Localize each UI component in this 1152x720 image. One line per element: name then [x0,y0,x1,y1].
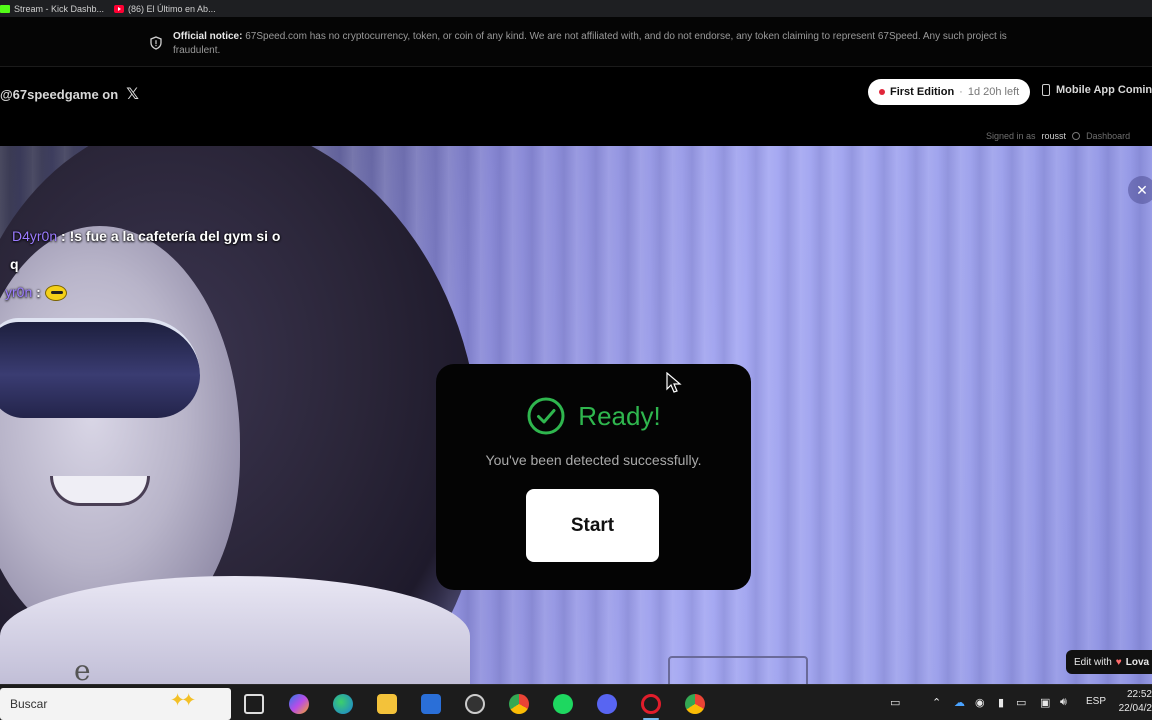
mobile-label: Mobile App Coming [1056,84,1152,96]
tab-title: (86) El Último en Ab... [128,3,216,14]
chrome-profile-icon[interactable] [685,694,705,714]
taskbar-search-box[interactable]: Buscar [0,688,231,720]
notice-text: Official notice: 67Speed.com has no cryp… [173,30,1018,58]
signed-in-user: rousst [1041,131,1067,141]
network-icon[interactable]: ▣ [1040,696,1050,709]
copilot-icon[interactable] [289,694,309,714]
chat-message-continuation: q [10,256,19,272]
file-explorer-icon[interactable] [377,694,397,714]
windows-taskbar: Buscar ✦✦ ▭ ⌃ ☁ ◉ ▮ ▭ ▣ 🔊︎ ESP 22:52 22/… [0,684,1152,720]
chat-separator: : [32,284,45,300]
edit-with-label: Edit with [1074,656,1112,668]
microphone-icon[interactable]: ▮ [998,696,1004,709]
background-object [668,656,808,684]
browser-tab-youtube[interactable]: (86) El Último en Ab... [114,4,216,14]
volume-icon[interactable]: 🔊︎ [1060,696,1067,709]
ready-dialog: Ready! You've been detected successfully… [436,364,751,590]
dashboard-link[interactable]: Dashboard [1086,131,1130,141]
x-logo-icon: 𝕏 [126,86,140,103]
chat-username: D4yr0n [12,228,58,244]
emoji-icon [44,285,67,302]
edit-with-brand: Lova [1125,656,1150,668]
youtube-favicon-icon [114,4,125,13]
taskbar-clock[interactable]: 22:52 22/04/2 [1116,688,1152,716]
kick-favicon-icon [0,4,10,13]
opera-icon[interactable] [641,694,661,714]
notice-body: 67Speed.com has no cryptocurrency, token… [173,31,1007,56]
edit-with-badge[interactable]: Edit with ♥ Lova [1066,650,1152,674]
chevron-up-icon[interactable]: ⌃ [932,696,941,709]
chat-text: !s fue a la cafetería del gym si o [69,228,281,244]
language-indicator[interactable]: ESP [1086,696,1106,707]
widgets-icon[interactable]: ▭ [890,696,900,709]
phone-icon [1042,84,1050,96]
tab-title: Stream - Kick Dashb... [14,3,105,14]
onedrive-icon[interactable]: ☁ [954,696,965,709]
chrome-icon[interactable] [509,694,529,714]
live-dot-icon [879,89,885,95]
chrome-tray-icon[interactable]: ◉ [975,696,985,709]
discord-icon[interactable] [597,694,617,714]
browser-tab-kick[interactable]: Stream - Kick Dashb... [0,4,104,14]
notice-label: Official notice: [173,31,243,42]
edition-badge[interactable]: First Edition · 1d 20h left [868,79,1031,105]
start-button[interactable]: Start [526,489,659,562]
sunglasses [0,318,200,418]
spotify-icon[interactable] [553,694,573,714]
mobile-app-link[interactable]: Mobile App Coming [1042,84,1152,96]
person-icon [1072,132,1081,140]
heart-icon: ♥ [1115,656,1122,668]
browser-tab-strip: Stream - Kick Dashb... (86) El Último en… [0,0,1152,17]
clock-date: 22/04/2 [1118,703,1152,714]
social-handle: @67speedgame on [0,86,119,102]
sparkle-icon: ✦✦ [170,690,196,710]
ready-subtitle: You've been detected successfully. [485,452,702,468]
x-social-link[interactable]: @67speedgame on 𝕏 [0,84,139,104]
clock-time: 22:52 [1126,689,1152,700]
chat-message: yr0n : [5,284,67,302]
edge-browser-icon[interactable] [333,694,353,714]
microsoft-store-icon[interactable] [421,694,441,714]
shield-icon [150,36,162,50]
edition-time-left: 1d 20h left [967,86,1020,98]
chat-message: D4yr0n : !s fue a la cafetería del gym s… [12,228,280,244]
obs-icon[interactable] [465,694,485,714]
ready-title: Ready! [578,400,661,431]
official-notice-banner: Official notice: 67Speed.com has no cryp… [0,17,1152,67]
edition-separator: · [959,86,963,98]
person-smile [50,476,150,506]
site-header: @67speedgame on 𝕏 First Edition · 1d 20h… [0,68,1152,146]
shirt-print: e [74,654,91,684]
ready-title-row: Ready! [436,396,751,436]
chat-separator: : [57,228,70,244]
signed-in-prefix: Signed in as [986,131,1036,141]
signed-in-info: Signed in as rousst Dashboard [986,131,1130,141]
search-placeholder: Buscar [10,697,48,711]
person-shirt [0,576,470,684]
chat-username: yr0n [5,284,33,300]
edition-label: First Edition [890,86,955,98]
display-icon[interactable]: ▭ [1016,696,1026,709]
check-circle-icon [527,397,565,435]
mouse-cursor-icon [666,372,682,393]
close-button[interactable]: ✕ [1128,176,1152,204]
task-view-icon[interactable] [244,694,264,714]
